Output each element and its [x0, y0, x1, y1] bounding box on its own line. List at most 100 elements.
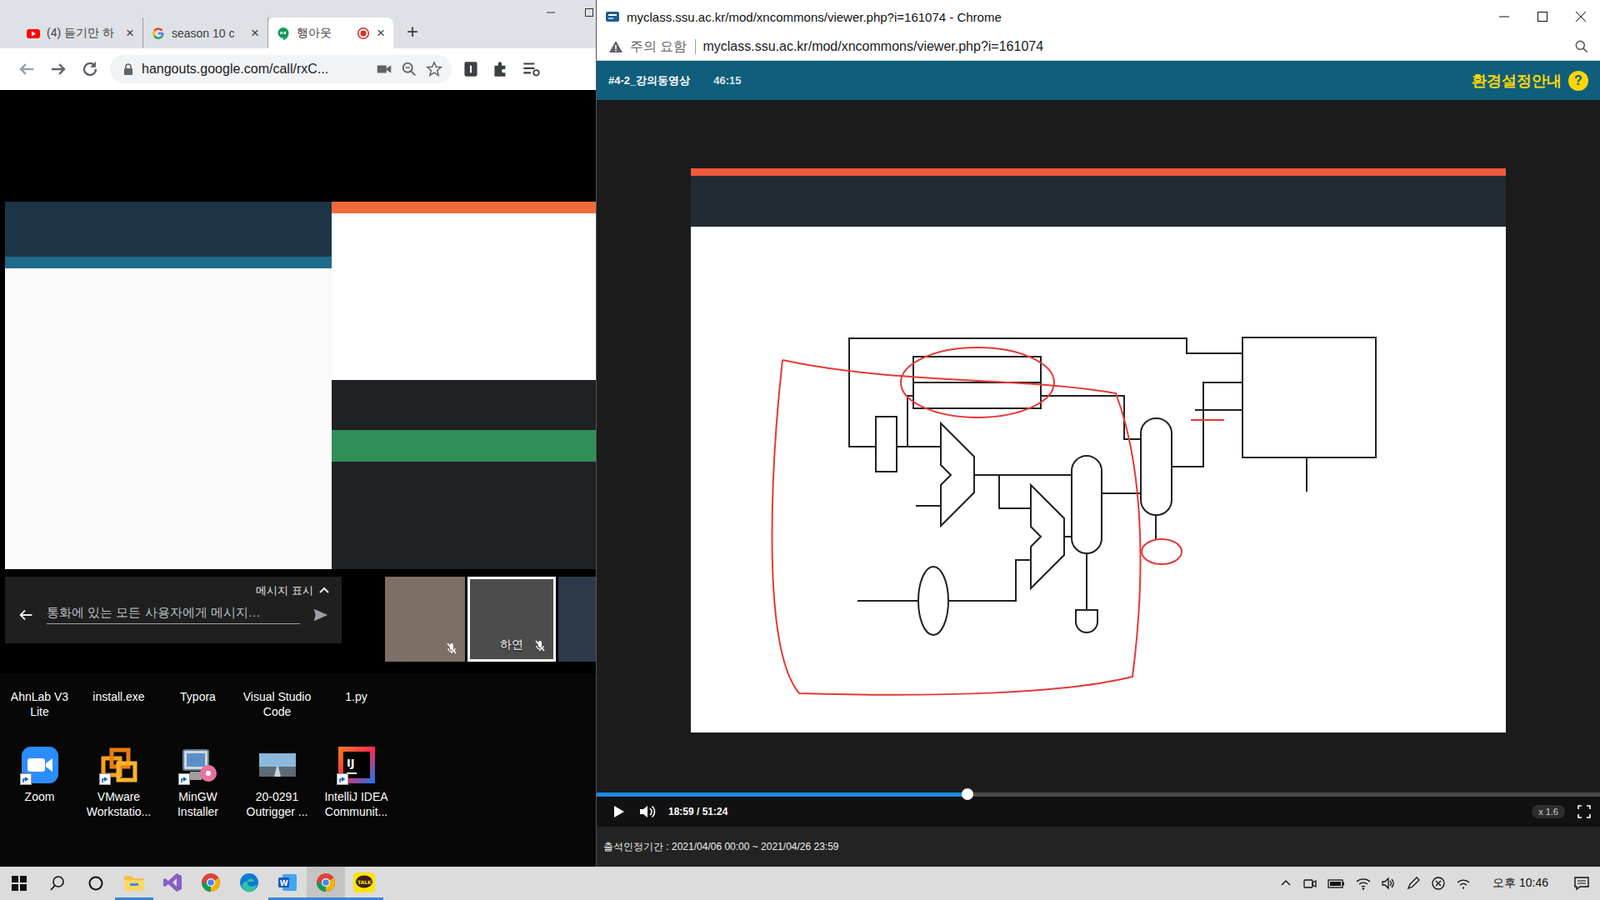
puzzle-icon[interactable] [490, 58, 512, 80]
participant-video-thumbnail[interactable] [385, 576, 465, 662]
zoom-magnifier-icon[interactable] [400, 60, 419, 79]
desktop-icon[interactable]: 20-0291 Outrigger ... [237, 735, 317, 820]
minimize-icon[interactable] [1485, 0, 1524, 34]
address-bar[interactable]: hangouts.google.com/call/rxC... [110, 55, 452, 84]
logo-text: W [280, 878, 289, 887]
edge-icon [239, 872, 260, 893]
desktop-icon-label: Visual Studio Code [240, 690, 315, 720]
desktop-icon-label: VMware Workstatio... [81, 790, 157, 820]
volume-icon[interactable] [638, 803, 657, 820]
shortcut-arrow-icon [99, 773, 111, 785]
network-icon[interactable] [1455, 875, 1471, 891]
video-progress-bar[interactable] [596, 792, 1600, 797]
desktop-icon-label: 1.py [319, 690, 395, 705]
taskbar: W TALK 오후 10:46 [0, 866, 1600, 900]
progress-fill [596, 792, 968, 797]
lecture-browser-window: myclass.ssu.ac.kr/mod/xncommons/viewer.p… [596, 0, 1600, 867]
back-arrow-icon[interactable] [16, 605, 35, 625]
reading-list-icon[interactable] [520, 58, 542, 80]
play-icon[interactable] [610, 803, 627, 820]
close-icon[interactable] [1561, 0, 1600, 34]
shortcut-arrow-icon [336, 773, 349, 785]
youtube-icon [26, 26, 40, 40]
desktop-icon[interactable]: Typora [158, 675, 238, 735]
send-icon[interactable] [311, 605, 330, 625]
mic-muted-icon [533, 639, 547, 653]
desktop-icon[interactable]: AhnLab V3 Lite [0, 675, 80, 735]
file-explorer-icon [123, 872, 145, 893]
zoom-magnifier-icon[interactable] [1573, 38, 1590, 55]
maximize-icon[interactable] [1523, 0, 1562, 34]
pen-icon[interactable] [1405, 875, 1421, 891]
app-icon [176, 743, 220, 787]
minimize-icon[interactable] [531, 0, 570, 25]
chrome-icon [315, 872, 336, 893]
help-badge[interactable]: ? [1568, 70, 1589, 91]
bookmark-star-icon[interactable] [425, 60, 444, 79]
desktop-icon[interactable]: install.exe [79, 675, 159, 735]
desktop-icon[interactable]: IJIntelliJ IDEA Communit... [316, 735, 396, 820]
desktop-icon-label: Zoom [2, 790, 78, 805]
close-tab-button[interactable]: × [250, 25, 260, 42]
shared-screen-video [5, 201, 597, 570]
back-arrow-icon[interactable] [15, 57, 39, 81]
volume-icon[interactable] [1380, 875, 1396, 891]
new-tab-button[interactable]: + [406, 20, 419, 44]
app-icon: IJ [335, 743, 379, 787]
desktop-icon[interactable]: Visual Studio Code [237, 675, 317, 735]
camera-icon[interactable] [375, 60, 394, 79]
google-icon [151, 26, 165, 40]
word-icon: W [277, 872, 298, 893]
start-button[interactable] [0, 866, 39, 900]
antivirus-icon[interactable] [1430, 875, 1446, 891]
show-messages-toggle[interactable]: 메시지 표시 [255, 583, 330, 599]
reload-icon[interactable] [78, 57, 102, 81]
taskbar-app[interactable] [306, 866, 345, 900]
desktop-icon[interactable]: 1.py [316, 675, 396, 735]
taskbar-app[interactable]: W [268, 866, 307, 900]
clock[interactable]: 오후 10:46 [1492, 875, 1549, 891]
url-text: myclass.ssu.ac.kr/mod/xncommons/viewer.p… [702, 39, 1044, 55]
desktop-icon[interactable]: MinGW Installer [158, 735, 238, 820]
datapath-diagram [690, 226, 1506, 733]
security-status[interactable]: 주의 요함 [630, 39, 696, 55]
forward-arrow-icon[interactable] [46, 57, 70, 81]
desktop-icon[interactable]: VMware Workstatio... [79, 735, 159, 820]
settings-guide-link[interactable]: 환경설정안내 [1471, 70, 1562, 91]
playback-speed-button[interactable]: x 1.6 [1531, 805, 1565, 819]
browser-tab[interactable]: season 10 c × [143, 17, 269, 49]
lecture-duration: 46:15 [713, 74, 741, 87]
taskbar-app[interactable]: TALK [345, 866, 384, 900]
cortana-button[interactable] [76, 866, 115, 900]
close-tab-button[interactable]: × [125, 25, 135, 42]
taskbar-app[interactable] [153, 866, 192, 900]
taskbar-app[interactable] [191, 866, 230, 900]
system-tray: 오후 10:46 [1279, 866, 1600, 900]
show-hidden-icons-icon[interactable] [1279, 876, 1293, 890]
lecture-header: #4-2_강의동영상46:15환경설정안내? [596, 60, 1600, 100]
window-title: myclass.ssu.ac.kr/mod/xncommons/viewer.p… [626, 10, 1002, 25]
participant-video-thumbnail[interactable]: 하연 [467, 576, 556, 662]
taskbar-app[interactable] [115, 866, 154, 900]
participant-list: 하연 [385, 576, 609, 662]
wifi-icon[interactable] [1355, 875, 1371, 891]
tab-title: season 10 c [171, 26, 245, 40]
fullscreen-icon[interactable] [1576, 804, 1592, 820]
message-input[interactable]: 통화에 있는 모든 사용자에게 메시지… [46, 605, 300, 625]
taskbar-app[interactable] [230, 866, 269, 900]
extension-icon[interactable] [460, 58, 482, 80]
window-controls [1485, 0, 1600, 34]
desktop-icon-label: MinGW Installer [160, 790, 236, 820]
browser-toolbar: hangouts.google.com/call/rxC... [0, 48, 609, 90]
meet-now-icon[interactable] [1302, 875, 1318, 891]
notification-center-icon[interactable] [1573, 875, 1590, 892]
browser-tab[interactable]: (4) 듣기만 하× [18, 17, 144, 49]
browser-tab[interactable]: 행아웃× [268, 17, 394, 49]
search-button[interactable] [38, 866, 77, 900]
address-bar[interactable]: 주의 요함 myclass.ssu.ac.kr/mod/xncommons/vie… [596, 33, 1600, 61]
app-icon [255, 743, 300, 787]
close-tab-button[interactable]: × [376, 25, 385, 42]
battery-icon[interactable] [1327, 875, 1346, 891]
desktop-icon[interactable]: Zoom [0, 735, 80, 820]
recording-icon [356, 26, 370, 40]
